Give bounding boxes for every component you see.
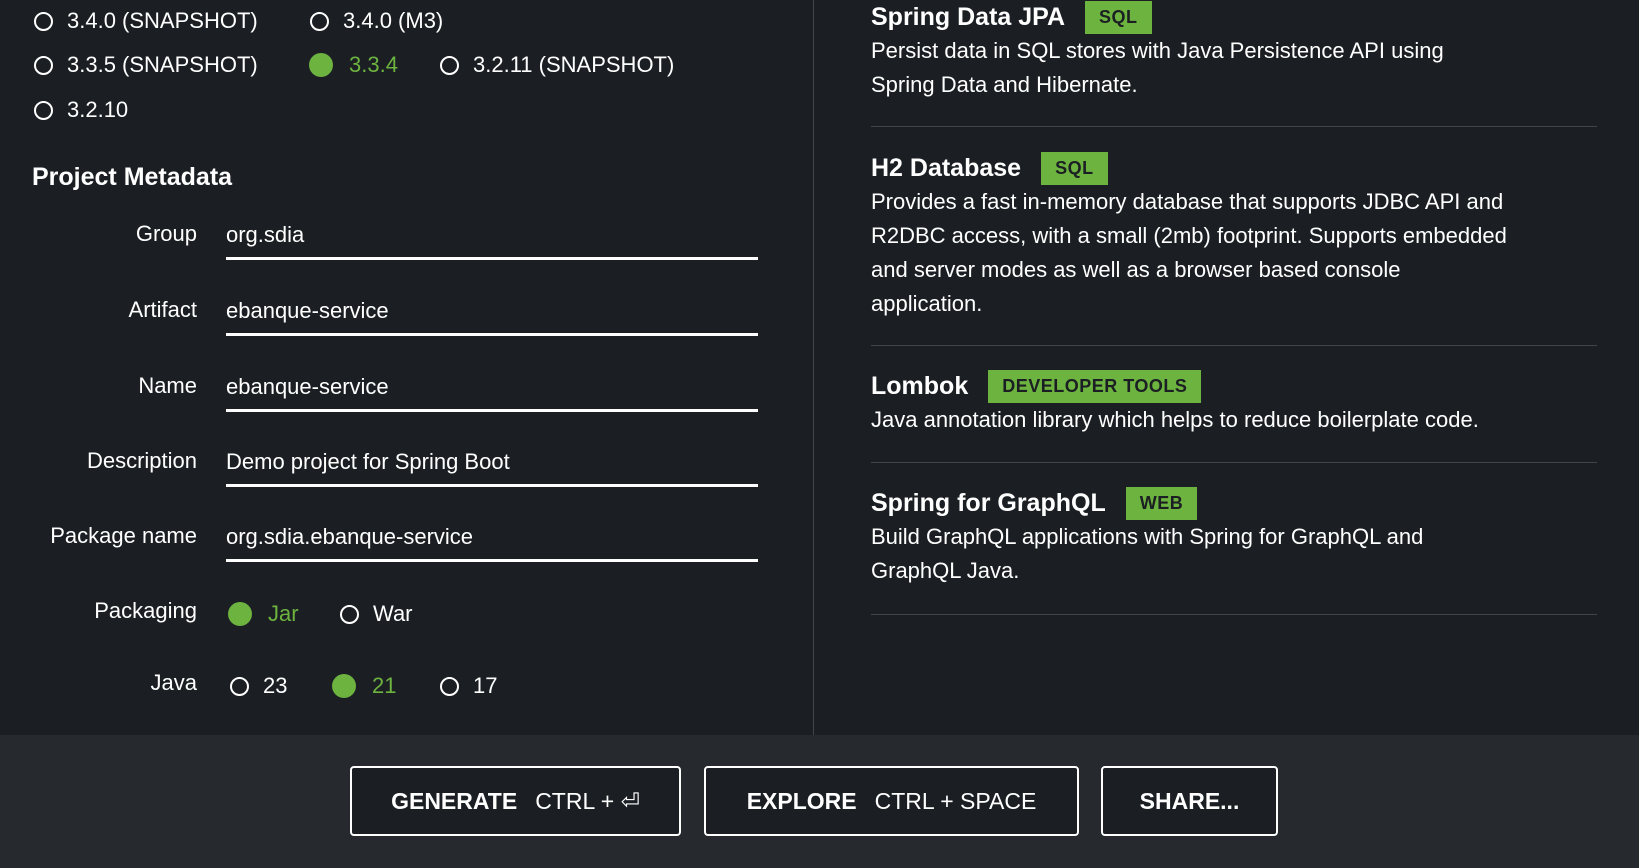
dependency-header: Spring for GraphQL WEB: [871, 486, 1597, 520]
description-input[interactable]: Demo project for Spring Boot: [226, 447, 758, 487]
radio-selected-icon: [228, 602, 252, 626]
boot-version-label: 3.4.0 (SNAPSHOT): [67, 8, 258, 33]
dependency-name: Spring Data JPA: [871, 2, 1066, 31]
boot-version-label: 3.3.4: [349, 52, 398, 77]
dependency-header: H2 Database SQL: [871, 151, 1597, 185]
share-button[interactable]: SHARE...: [1101, 766, 1278, 836]
radio-icon: [34, 55, 53, 75]
column-divider: [813, 0, 814, 735]
dependency-tag: DEVELOPER TOOLS: [988, 369, 1202, 403]
dependency-description: Provides a fast in-memory database that …: [871, 185, 1597, 321]
packaging-jar-option[interactable]: Jar: [228, 601, 299, 627]
radio-selected-icon: [309, 53, 333, 77]
explore-shortcut: CTRL + SPACE: [874, 787, 1037, 814]
artifact-input[interactable]: ebanque-service: [226, 296, 758, 336]
dependency-header: Spring Data JPA SQL: [871, 0, 1597, 34]
radio-icon: [34, 100, 53, 120]
explore-button[interactable]: EXPLORE CTRL + SPACE: [704, 766, 1079, 836]
footer-action-bar: GENERATE CTRL + ⏎ EXPLORE CTRL + SPACE S…: [0, 735, 1639, 868]
radio-icon: [340, 604, 359, 624]
java-option[interactable]: 17: [440, 673, 497, 699]
dependency-separator: [871, 614, 1597, 615]
generate-label: GENERATE: [391, 787, 518, 814]
description-line: Build GraphQL applications with Spring f…: [871, 524, 1424, 549]
group-label: Group: [135, 221, 197, 246]
boot-version-label: 3.2.11 (SNAPSHOT): [473, 52, 675, 77]
explore-label: EXPLORE: [746, 787, 857, 814]
description-line: R2DBC access, with a small (2mb) footpri…: [871, 223, 1507, 248]
dependency-separator: [871, 126, 1597, 127]
description-line: Spring Data and Hibernate.: [871, 72, 1138, 97]
boot-version-option[interactable]: 3.2.11 (SNAPSHOT): [440, 52, 674, 78]
packaging-option-label: Jar: [268, 601, 299, 626]
dependency-separator: [871, 462, 1597, 463]
packaging-war-option[interactable]: War: [340, 601, 413, 627]
description-line: Provides a fast in-memory database that …: [871, 189, 1504, 214]
packaging-label: Packaging: [94, 598, 197, 623]
package-name-label: Package name: [50, 523, 197, 548]
radio-icon: [440, 676, 459, 696]
boot-version-option-selected[interactable]: 3.3.4: [309, 52, 398, 78]
boot-version-label: 3.4.0 (M3): [343, 8, 444, 33]
group-input[interactable]: org.sdia: [226, 220, 758, 260]
radio-selected-icon: [332, 674, 356, 698]
description-line: Persist data in SQL stores with Java Per…: [871, 38, 1444, 63]
spring-initializr-page: 3.4.0 (SNAPSHOT) 3.4.0 (M3) 3.3.5 (SNAPS…: [0, 0, 1639, 868]
dependency-name: H2 Database: [871, 153, 1022, 182]
java-label: Java: [150, 670, 197, 695]
dependency-tag: SQL: [1041, 151, 1108, 185]
project-metadata-title: Project Metadata: [32, 163, 233, 191]
dependency-tag: WEB: [1125, 486, 1198, 520]
package-name-input[interactable]: org.sdia.ebanque-service: [226, 522, 758, 562]
java-option-label: 21: [372, 673, 397, 698]
artifact-label: Artifact: [128, 297, 197, 322]
boot-version-option[interactable]: 3.4.0 (M3): [310, 8, 443, 34]
description-line: and server modes as well as a browser ba…: [871, 257, 1401, 282]
description-line: application.: [871, 291, 983, 316]
boot-version-option[interactable]: 3.2.10: [34, 97, 128, 123]
generate-shortcut: CTRL + ⏎: [535, 787, 640, 814]
boot-version-option[interactable]: 3.3.5 (SNAPSHOT): [34, 52, 258, 78]
boot-version-label: 3.3.5 (SNAPSHOT): [67, 52, 258, 77]
boot-version-option[interactable]: 3.4.0 (SNAPSHOT): [34, 8, 258, 34]
description-line: GraphQL Java.: [871, 558, 1020, 583]
java-option-label: 23: [263, 673, 288, 698]
boot-version-label: 3.2.10: [67, 97, 129, 122]
dependency-item[interactable]: Spring for GraphQL WEB Build GraphQL app…: [871, 486, 1597, 588]
name-input[interactable]: ebanque-service: [226, 372, 758, 412]
radio-icon: [440, 55, 459, 75]
dependency-description: Build GraphQL applications with Spring f…: [871, 520, 1597, 588]
radio-icon: [230, 676, 249, 696]
dependency-header: Lombok DEVELOPER TOOLS: [871, 369, 1597, 403]
description-label: Description: [86, 448, 197, 473]
description-line: Java annotation library which helps to r…: [871, 407, 1479, 432]
dependency-name: Lombok: [871, 371, 969, 400]
java-option-label: 17: [473, 673, 498, 698]
dependency-description: Java annotation library which helps to r…: [871, 403, 1597, 437]
dependency-description: Persist data in SQL stores with Java Per…: [871, 34, 1597, 102]
dependency-tag: SQL: [1085, 0, 1152, 34]
packaging-option-label: War: [373, 601, 413, 626]
generate-button[interactable]: GENERATE CTRL + ⏎: [350, 766, 681, 836]
java-option[interactable]: 23: [230, 673, 287, 699]
dependency-name: Spring for GraphQL: [871, 488, 1106, 517]
dependency-separator: [871, 345, 1597, 346]
java-option-selected[interactable]: 21: [332, 673, 396, 699]
share-label: SHARE...: [1139, 787, 1240, 814]
dependency-item[interactable]: Spring Data JPA SQL Persist data in SQL …: [871, 0, 1597, 102]
radio-icon: [310, 11, 329, 31]
dependency-item[interactable]: Lombok DEVELOPER TOOLS Java annotation l…: [871, 369, 1597, 437]
main-area: 3.4.0 (SNAPSHOT) 3.4.0 (M3) 3.3.5 (SNAPS…: [0, 0, 1639, 735]
dependency-item[interactable]: H2 Database SQL Provides a fast in-memor…: [871, 151, 1597, 321]
name-label: Name: [138, 373, 197, 398]
radio-icon: [34, 11, 53, 31]
